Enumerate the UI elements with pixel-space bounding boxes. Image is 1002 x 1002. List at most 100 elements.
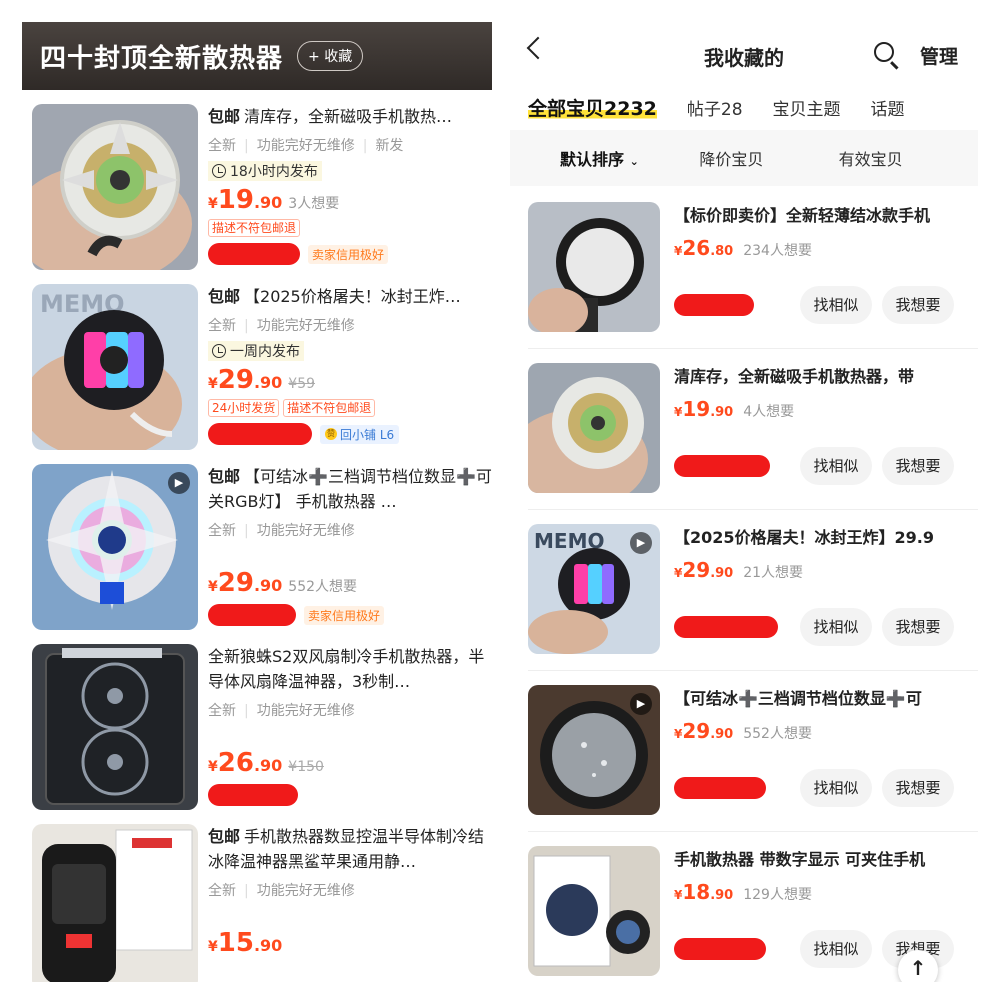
list-item[interactable]: 全新狼蛛S2双风扇制冷手机散热器，半导体风扇降温神器，3秒制… 全新 | 功能完好无… (32, 644, 492, 810)
tag: 功能完好无维修 (256, 318, 355, 334)
find-similar-button[interactable]: 找相似 (800, 930, 872, 968)
tab-topics[interactable]: 话题 (871, 95, 905, 120)
tag: 全新 (208, 318, 236, 334)
redacted-seller (208, 243, 300, 265)
product-tags: 全新 | 功能完好无维修 | 新发 (208, 138, 404, 154)
product-tags: 全新 | 功能完好无维修 (208, 703, 355, 719)
cooler-photo-icon (528, 846, 660, 976)
sort-default[interactable]: 默认排序 ⌄ (560, 146, 699, 170)
original-price: ¥59 (288, 376, 316, 392)
want-button[interactable]: 我想要 (882, 608, 954, 646)
favorites-panel: 我收藏的 管理 全部宝贝2232 帖子28 宝贝主题 话题 默认排序 ⌄ 降价宝… (510, 22, 978, 982)
product-image[interactable]: MEMO ▶ (528, 524, 660, 654)
collection-header: 四十封顶全新散热器 + 收藏 (22, 22, 492, 90)
product-image[interactable] (528, 846, 660, 976)
price-line: ¥19.90 3人想要 (208, 185, 492, 215)
manage-button[interactable]: 管理 (920, 42, 958, 69)
product-title[interactable]: 包邮 清库存，全新磁吸手机散热… (208, 104, 492, 129)
product-title[interactable]: 【标价即卖价】全新轻薄结冰款手机 (674, 202, 964, 226)
want-button[interactable]: 我想要 (882, 769, 954, 807)
price-line: ¥18.90 129人想要 (674, 880, 964, 904)
publish-time-text: 18小时内发布 (230, 164, 318, 180)
product-title[interactable]: 手机散热器 带数字显示 可夹住手机 (674, 846, 964, 870)
want-count: 21人想要 (743, 565, 804, 581)
tab-posts[interactable]: 帖子28 (687, 95, 743, 120)
list-item[interactable]: 包邮 手机散热器数显控温半导体制冷结冰降温神器黑鲨苹果通用静… 全新 | 功能完好无维… (32, 824, 492, 982)
product-title[interactable]: 【可结冰➕三档调节档位数显➕可 (674, 685, 964, 709)
price: ¥29.90 (674, 719, 734, 743)
redacted-seller (208, 423, 312, 445)
find-similar-button[interactable]: 找相似 (800, 286, 872, 324)
original-price: ¥150 (288, 759, 324, 775)
price: ¥29.90 (208, 568, 283, 598)
tag: 功能完好无维修 (256, 523, 355, 539)
favorite-item[interactable]: 【标价即卖价】全新轻薄结冰款手机 ¥26.80 234人想要 找相似 我想要 (528, 192, 960, 342)
service-badges: 24小时发货 描述不符包邮退 (208, 399, 492, 417)
product-title[interactable]: 全新狼蛛S2双风扇制冷手机散热器，半导体风扇降温神器，3秒制… (208, 644, 492, 694)
product-tags: 全新 | 功能完好无维修 (208, 523, 355, 539)
product-title[interactable]: 【2025价格屠夫！冰封王炸】29.9 (674, 524, 964, 548)
find-similar-button[interactable]: 找相似 (800, 447, 872, 485)
product-title[interactable]: 包邮 手机散热器数显控温半导体制冷结冰降温神器黑鲨苹果通用静… (208, 824, 492, 874)
divider (528, 831, 978, 832)
list-item[interactable]: ▶ 包邮 【可结冰➕三档调节档位数显➕可关RGB灯】 手机散热器 … 全新 | 功能完… (32, 464, 492, 630)
video-play-icon[interactable]: ▶ (630, 532, 652, 554)
cooler-photo-icon (528, 202, 660, 332)
want-button[interactable]: 我想要 (882, 447, 954, 485)
list-item[interactable]: 包邮 清库存，全新磁吸手机散热… 全新 | 功能完好无维修 | 新发 18小时内发布 ¥1… (32, 104, 492, 270)
favorite-item[interactable]: 清库存，全新磁吸手机散热器，带 ¥19.90 4人想要 找相似 我想要 (528, 353, 960, 503)
product-image[interactable]: ▶ (528, 685, 660, 815)
favorite-item[interactable]: 手机散热器 带数字显示 可夹住手机 ¥18.90 129人想要 找相似 我想要 (528, 836, 960, 982)
tag: 新发 (375, 138, 404, 154)
price-line: ¥15.90 (208, 928, 492, 958)
redacted-seller (208, 604, 296, 626)
price: ¥29.90 (674, 558, 734, 582)
product-title[interactable]: 包邮 【2025价格屠夫！冰封王炸… (208, 284, 492, 309)
tag: 全新 (208, 138, 236, 154)
product-image[interactable] (32, 824, 198, 982)
price-line: ¥29.90 ¥59 (208, 365, 492, 395)
want-button[interactable]: 我想要 (882, 286, 954, 324)
free-shipping-label: 包邮 (208, 107, 241, 126)
find-similar-button[interactable]: 找相似 (800, 608, 872, 646)
redacted-seller (208, 784, 298, 806)
sort-price-drop[interactable]: 降价宝贝 (699, 146, 838, 170)
sort-valid-items[interactable]: 有效宝贝 (839, 146, 978, 170)
want-count: 3人想要 (288, 196, 340, 212)
product-image[interactable]: MEMO (32, 284, 198, 450)
credit-badge: 卖家信用极好 (304, 605, 385, 625)
shop-level-badge: 赞回小铺 L6 (320, 424, 400, 444)
product-image[interactable] (32, 104, 198, 270)
price-line: ¥29.90 21人想要 (674, 558, 964, 582)
want-count: 4人想要 (743, 404, 795, 420)
product-image[interactable] (528, 363, 660, 493)
product-title-text: 【2025价格屠夫！冰封王炸… (244, 287, 461, 306)
favorite-button[interactable]: + 收藏 (297, 41, 364, 71)
product-image[interactable] (32, 644, 198, 810)
tag: 功能完好无维修 (256, 883, 355, 899)
tag: 全新 (208, 883, 236, 899)
free-shipping-label: 包邮 (208, 287, 241, 306)
tag: 功能完好无维修 (256, 703, 355, 719)
product-title[interactable]: 包邮 【可结冰➕三档调节档位数显➕可关RGB灯】 手机散热器 … (208, 464, 492, 514)
video-play-icon[interactable]: ▶ (630, 693, 652, 715)
favorite-item[interactable]: ▶ 【可结冰➕三档调节档位数显➕可 ¥29.90 552人想要 找相似 我想要 (528, 675, 960, 825)
cooler-photo-icon: MEMO (32, 284, 198, 450)
product-image[interactable]: ▶ (32, 464, 198, 630)
find-similar-button[interactable]: 找相似 (800, 769, 872, 807)
scroll-to-top-button[interactable]: ↑ (898, 950, 938, 982)
seller-line (208, 784, 492, 806)
video-play-icon[interactable]: ▶ (168, 472, 190, 494)
product-tags: 全新 | 功能完好无维修 (208, 318, 355, 334)
divider (528, 509, 978, 510)
product-image[interactable] (528, 202, 660, 332)
product-title[interactable]: 清库存，全新磁吸手机散热器，带 (674, 363, 964, 387)
favorite-item[interactable]: MEMO ▶ 【2025价格屠夫！冰封王炸】29.9 ¥29.90 21人想要 … (528, 514, 960, 664)
list-item[interactable]: MEMO 包邮 【2025价格屠夫！冰封王炸… 全新 | 功能完好无维修 一周内… (32, 284, 492, 450)
search-results-panel: 四十封顶全新散热器 + 收藏 包邮 清库存，全新磁吸手机散热… 全新 | 功能完… (22, 22, 492, 982)
want-count: 552人想要 (743, 726, 812, 742)
search-icon[interactable] (874, 42, 894, 62)
tab-all-items[interactable]: 全部宝贝2232 (528, 93, 657, 121)
service-badge: 描述不符包邮退 (283, 399, 376, 417)
tab-item-themes[interactable]: 宝贝主题 (773, 95, 841, 120)
